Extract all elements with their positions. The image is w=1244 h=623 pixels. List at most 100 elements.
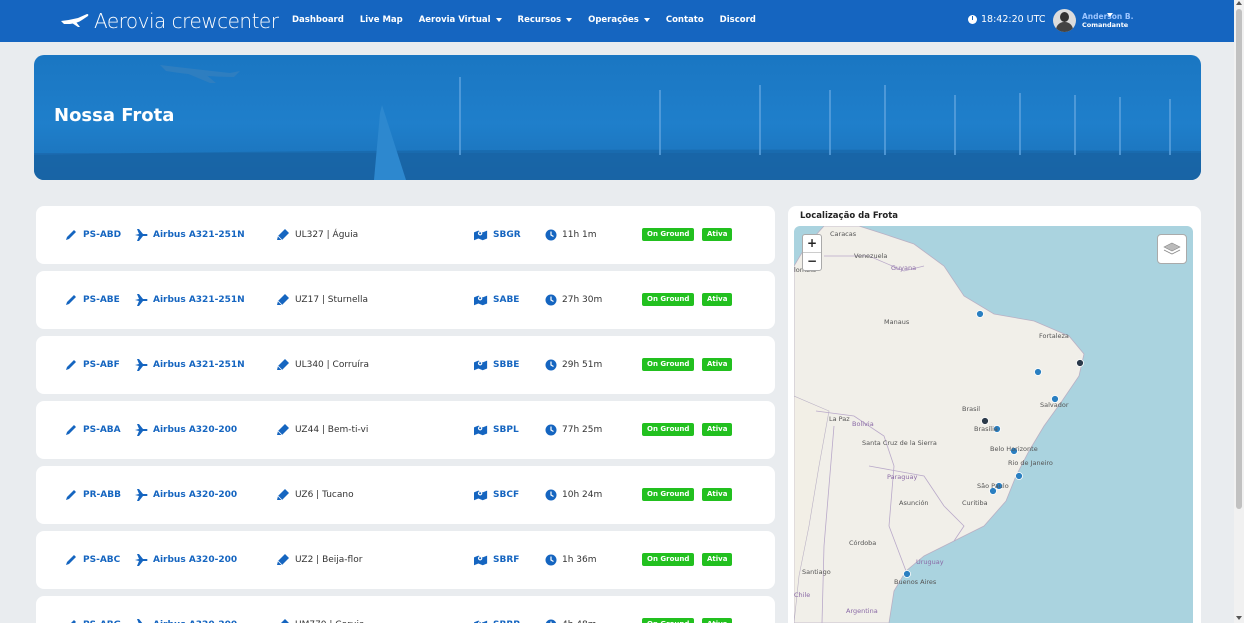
utc-clock: 18:42:20 UTC (968, 14, 1046, 25)
pen-icon (64, 294, 78, 306)
nav-link-aerovia-virtual[interactable]: Aerovia Virtual (419, 15, 502, 25)
chevron-down-icon[interactable] (1107, 13, 1113, 17)
aircraft-type: Airbus A320-200 (134, 489, 237, 501)
airplane-icon (134, 619, 148, 623)
svg-text:Salvador: Salvador (1040, 401, 1069, 409)
fleet-card[interactable]: PS-ABA Airbus A320-200 UZ44 | Bem-ti-vi SBP… (36, 401, 775, 459)
aircraft-hours: 4h 48m (545, 619, 597, 623)
zoom-in-button[interactable]: + (803, 235, 821, 253)
clock-icon (545, 294, 557, 306)
user-avatar[interactable] (1053, 9, 1076, 32)
aircraft-registration[interactable]: PS-ABA (64, 424, 121, 436)
page-scrollbar[interactable] (1234, 0, 1244, 623)
pen-icon (64, 424, 78, 436)
aircraft-type: Airbus A320-200 (134, 424, 237, 436)
aircraft-hours: 10h 24m (545, 489, 602, 501)
clock-icon (968, 15, 977, 24)
aircraft-registration[interactable]: PS-ABC (64, 554, 120, 566)
svg-text:La Paz: La Paz (829, 415, 850, 423)
chevron-down-icon (643, 17, 650, 22)
pen-icon (64, 619, 78, 623)
svg-text:Caracas: Caracas (830, 230, 857, 238)
nav-link-discord[interactable]: Discord (720, 15, 756, 25)
aircraft-location: SBBE (474, 359, 519, 371)
svg-text:Brasil: Brasil (962, 405, 980, 413)
active-badge: Ativa (702, 553, 733, 566)
page-title: Nossa Frota (54, 105, 175, 126)
clock-icon (545, 489, 557, 501)
aircraft-type: Airbus A321-251N (134, 359, 245, 371)
signature-icon (276, 554, 290, 566)
aircraft-callsign: UZ2 | Beija-flor (276, 554, 362, 566)
clock-icon (545, 554, 557, 566)
svg-text:Santiago: Santiago (802, 568, 831, 576)
fleet-card[interactable]: PS-ABF Airbus A321-251N UL340 | Corruíra SB… (36, 336, 775, 394)
scroll-down-arrow-icon[interactable] (1236, 616, 1242, 620)
active-badge: Ativa (702, 488, 733, 501)
map-pin-icon (474, 294, 488, 306)
map-title: Localização da Frota (800, 211, 898, 221)
aircraft-registration[interactable]: PS-ABE (64, 294, 120, 306)
airplane-icon (134, 359, 148, 371)
clock-icon (545, 424, 557, 436)
active-badge: Ativa (702, 358, 733, 371)
aircraft-callsign: UZ44 | Bem-ti-vi (276, 424, 368, 436)
aircraft-type: Airbus A320-200 (134, 554, 237, 566)
nav-link-recursos[interactable]: Recursos (518, 15, 573, 25)
brand-name: Aerovia crewcenter (94, 9, 279, 33)
scrollbar-thumb[interactable] (1236, 9, 1242, 509)
nav-link-opera-es[interactable]: Operações (588, 15, 650, 25)
fleet-map[interactable]: Caracas Venezuela Guyana Manaus Fortalez… (794, 226, 1193, 623)
aircraft-registration[interactable]: PS-ABD (64, 229, 121, 241)
top-navbar: Aerovia crewcenter Dashboard Live Map Aero… (0, 0, 1234, 42)
active-badge: Ativa (702, 423, 733, 436)
svg-text:Belo Horizonte: Belo Horizonte (990, 445, 1038, 453)
plane-logo-icon (61, 14, 89, 27)
fleet-card[interactable]: PS-ABG Airbus A320-200 UM770 | Coruja SBRP 4… (36, 596, 775, 623)
layers-icon[interactable] (1157, 234, 1187, 264)
pen-icon (64, 359, 78, 371)
airplane-icon (134, 229, 148, 241)
aircraft-registration[interactable]: PS-ABF (64, 359, 120, 371)
svg-text:Asunción: Asunción (899, 499, 929, 507)
svg-text:Chile: Chile (794, 591, 810, 599)
fleet-card[interactable]: PS-ABC Airbus A320-200 UZ2 | Beija-flor SBR… (36, 531, 775, 589)
nav-link-dashboard[interactable]: Dashboard (292, 15, 344, 25)
svg-text:Paraguay: Paraguay (887, 473, 917, 481)
nav-link-live-map[interactable]: Live Map (360, 15, 403, 25)
zoom-out-button[interactable]: − (803, 253, 821, 270)
svg-text:Curitiba: Curitiba (962, 499, 988, 507)
signature-icon (276, 294, 290, 306)
map-pin-icon (474, 554, 488, 566)
status-badge: On Ground (642, 553, 695, 566)
aircraft-type: Airbus A321-251N (134, 294, 245, 306)
map-pin-icon (474, 619, 488, 623)
nav-link-contato[interactable]: Contato (666, 15, 704, 25)
aircraft-callsign: UL327 | Águia (276, 229, 358, 241)
svg-text:Venezuela: Venezuela (854, 252, 887, 260)
svg-text:São Paulo: São Paulo (977, 482, 1009, 490)
utc-time: 18:42:20 UTC (981, 14, 1046, 25)
fleet-map-panel: Localização da Frota Caracas Venezuela G… (788, 206, 1201, 623)
aircraft-hours: 27h 30m (545, 294, 602, 306)
main-nav: Dashboard Live Map Aerovia Virtual Recursos… (292, 15, 756, 25)
signature-icon (276, 229, 290, 241)
aircraft-callsign: UZ6 | Tucano (276, 489, 354, 501)
south-america-map: Caracas Venezuela Guyana Manaus Fortalez… (794, 226, 1085, 623)
aircraft-callsign: UZ17 | Sturnella (276, 294, 368, 306)
airplane-icon (134, 489, 148, 501)
fleet-card[interactable]: PS-ABD Airbus A321-251N UL327 | Águia SBGR 1… (36, 206, 775, 264)
fleet-card[interactable]: PS-ABE Airbus A321-251N UZ17 | Sturnella SA… (36, 271, 775, 329)
fleet-card[interactable]: PR-ABB Airbus A320-200 UZ6 | Tucano SBCF 10h… (36, 466, 775, 524)
svg-text:Brasília: Brasília (974, 425, 998, 433)
signature-icon (276, 359, 290, 371)
svg-text:Córdoba: Córdoba (849, 539, 876, 547)
aircraft-registration[interactable]: PR-ABB (64, 489, 121, 501)
aircraft-registration[interactable]: PS-ABG (64, 619, 121, 623)
aircraft-callsign: UL340 | Corruíra (276, 359, 369, 371)
signature-icon (276, 424, 290, 436)
scroll-up-arrow-icon[interactable] (1236, 1, 1242, 5)
status-badge: On Ground (642, 358, 695, 371)
airplane-icon (134, 294, 148, 306)
chevron-down-icon (566, 17, 573, 22)
